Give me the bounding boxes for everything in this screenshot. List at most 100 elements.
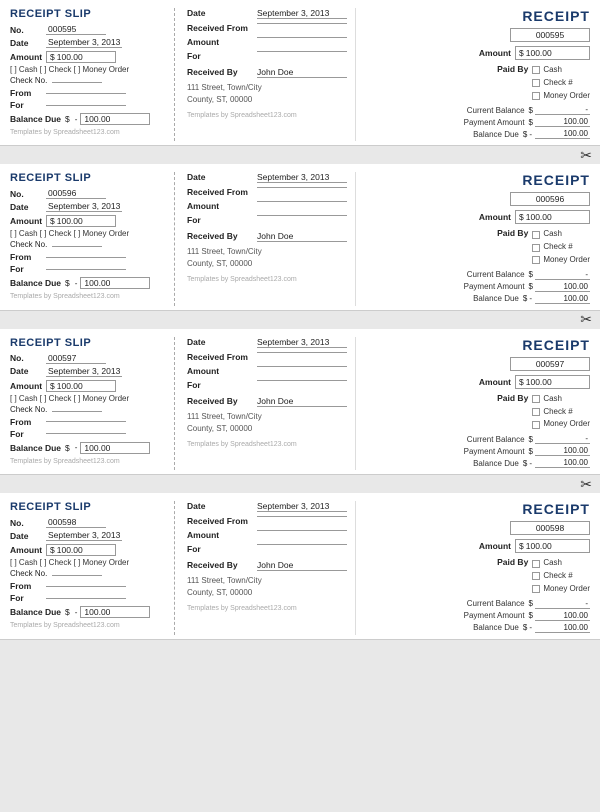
middle-watermark: Templates by Spreadsheet123.com xyxy=(187,276,349,283)
payment-amount-row: Payment Amount $ 100.00 xyxy=(368,611,590,621)
receipt-amount-label: Amount xyxy=(431,377,511,387)
slip-title: RECEIPT SLIP xyxy=(10,172,168,184)
current-balance-dollar: $ xyxy=(529,106,533,115)
payment-amount-value: 100.00 xyxy=(535,611,590,621)
balance-dollar: $ xyxy=(65,114,70,124)
payment-amount-row: Payment Amount $ 100.00 xyxy=(368,446,590,456)
middle-date-label: Date xyxy=(187,501,257,511)
slip-title: RECEIPT SLIP xyxy=(10,337,168,349)
payment-amount-dollar: $ xyxy=(529,447,533,456)
money-order-checkbox xyxy=(532,256,540,264)
slip-date-label: Date xyxy=(10,202,46,212)
from-label: From xyxy=(10,252,46,262)
payment-amount-dollar: $ xyxy=(529,611,533,620)
receipt-title: RECEIPT xyxy=(368,172,590,188)
check-option: Check # xyxy=(532,241,590,254)
slip-no-label: No. xyxy=(10,25,46,35)
payment-amount-dollar: $ xyxy=(529,282,533,291)
receipt-amount-value: 100.00 xyxy=(526,48,552,58)
cash-option: Cash xyxy=(532,64,590,77)
scissors-divider: ✂ xyxy=(0,311,600,329)
balance-dollar: $ xyxy=(65,443,70,453)
check-label: Check # xyxy=(543,570,572,583)
payment-amount-label: Payment Amount xyxy=(435,118,525,127)
middle-amount-label: Amount xyxy=(187,37,257,47)
current-balance-dollar: $ xyxy=(529,435,533,444)
receipt-balance-due-value: 100.00 xyxy=(535,623,590,633)
slip-amount-label: Amount xyxy=(10,52,46,62)
slip-amount-box: $ 100.00 xyxy=(46,380,116,392)
slip-amount-label: Amount xyxy=(10,545,46,555)
from-value xyxy=(46,93,126,94)
receipt-amount-dollar: $ xyxy=(519,212,524,222)
slip-date-label: Date xyxy=(10,38,46,48)
receipt-block-2: RECEIPT SLIP No. 000596 Date September 3… xyxy=(0,164,600,310)
money-order-option: Money Order xyxy=(532,418,590,431)
receipt-balance-due-dollar: $ xyxy=(523,459,527,468)
middle-amount-label: Amount xyxy=(187,201,257,211)
middle-section: Date September 3, 2013 Received From Amo… xyxy=(181,172,356,305)
slip-date-value: September 3, 2013 xyxy=(46,201,122,212)
balance-dollar: $ xyxy=(65,278,70,288)
money-order-label: Money Order xyxy=(543,254,590,267)
receipt-amount-box: $ 100.00 xyxy=(515,539,590,553)
receipt-number: 000596 xyxy=(510,192,590,206)
address-block: 111 Street, Town/City County, ST, 00000 xyxy=(187,411,349,435)
middle-for-value xyxy=(257,380,347,381)
paid-by-options: Cash Check # Money Order xyxy=(532,393,590,431)
for-value xyxy=(46,105,126,106)
received-by-value: John Doe xyxy=(257,396,347,407)
summary-block: Current Balance $ - Payment Amount $ 100… xyxy=(368,105,590,139)
received-from-value xyxy=(257,187,347,188)
receipt-balance-due-value: 100.00 xyxy=(535,458,590,468)
middle-watermark: Templates by Spreadsheet123.com xyxy=(187,112,349,119)
current-balance-label: Current Balance xyxy=(435,270,525,279)
right-receipt: RECEIPT 000597 Amount $ 100.00 Paid By C… xyxy=(362,337,590,470)
address-block: 111 Street, Town/City County, ST, 00000 xyxy=(187,575,349,599)
scissors-divider: ✂ xyxy=(0,146,600,164)
middle-for-value xyxy=(257,215,347,216)
slip-no-label: No. xyxy=(10,189,46,199)
balance-due-row: Balance Due $ - 100.00 xyxy=(368,294,590,304)
balance-label: Balance Due xyxy=(10,607,65,617)
checkno-label: Check No. xyxy=(10,405,47,414)
scissors-icon: ✂ xyxy=(580,476,592,493)
money-order-label: Money Order xyxy=(543,418,590,431)
paid-by-label: Paid By xyxy=(478,228,528,266)
balance-due-row: Balance Due $ - 100.00 xyxy=(368,458,590,468)
received-by-value: John Doe xyxy=(257,560,347,571)
slip-no-value: 000596 xyxy=(46,188,106,199)
right-receipt: RECEIPT 000595 Amount $ 100.00 Paid By C… xyxy=(362,8,590,141)
check-option: Check # xyxy=(532,77,590,90)
address-line1: 111 Street, Town/City xyxy=(187,82,349,94)
received-by-label: Received By xyxy=(187,231,257,241)
current-balance-value: - xyxy=(535,599,590,609)
paid-by-options: Cash Check # Money Order xyxy=(532,64,590,102)
payment-amount-label: Payment Amount xyxy=(435,282,525,291)
cash-checkbox xyxy=(532,66,540,74)
receipt-balance-due-dollar: $ xyxy=(523,294,527,303)
money-order-label: Money Order xyxy=(543,583,590,596)
middle-date-label: Date xyxy=(187,8,257,18)
cash-option: Cash xyxy=(532,228,590,241)
from-label: From xyxy=(10,417,46,427)
check-label: Check # xyxy=(543,77,572,90)
slip-amount-dollar: $ xyxy=(50,52,55,62)
middle-for-label: For xyxy=(187,380,257,390)
cash-option: Cash xyxy=(532,557,590,570)
receipt-title: RECEIPT xyxy=(368,337,590,353)
check-label: Check # xyxy=(543,241,572,254)
summary-block: Current Balance $ - Payment Amount $ 100… xyxy=(368,599,590,633)
receipt-balance-due-dash: - xyxy=(529,130,532,139)
check-checkbox xyxy=(532,244,540,252)
middle-amount-label: Amount xyxy=(187,366,257,376)
slip-date-label: Date xyxy=(10,531,46,541)
left-slip: RECEIPT SLIP No. 000598 Date September 3… xyxy=(10,501,175,634)
middle-for-label: For xyxy=(187,51,257,61)
check-checkbox xyxy=(532,79,540,87)
money-order-option: Money Order xyxy=(532,583,590,596)
payment-amount-label: Payment Amount xyxy=(435,447,525,456)
received-by-value: John Doe xyxy=(257,231,347,242)
balance-dash: - xyxy=(75,608,78,617)
payment-checkboxes: [ ] Cash [ ] Check [ ] Money Order xyxy=(10,229,168,238)
